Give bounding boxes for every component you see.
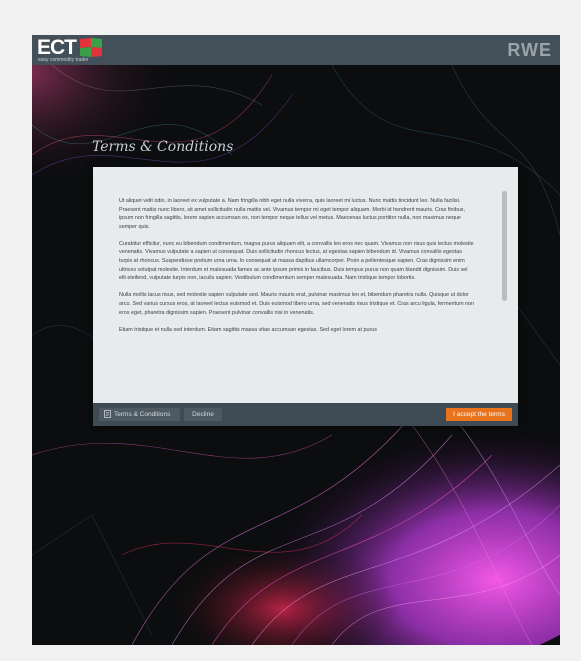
accept-terms-button[interactable]: I accept the terms	[446, 408, 512, 421]
terms-paragraph: Nulla mollis lacus risus, sed molestie s…	[119, 292, 475, 316]
logo-tagline: easy commodity trader	[38, 57, 89, 63]
terms-text: Ut aliquet velit odio, in laoreet ex vul…	[119, 197, 475, 343]
scrollbar-thumb[interactable]	[502, 191, 507, 301]
terms-conditions-button[interactable]: Terms & Conditions	[99, 408, 180, 421]
ect-logo[interactable]: ECT easy commodity trader	[37, 37, 107, 64]
terms-paragraph: Etiam tristique et nulla sed interdum. E…	[119, 326, 377, 333]
scrollbar[interactable]	[502, 187, 508, 397]
terms-dialog: Ut aliquet velit odio, in laoreet ex vul…	[93, 167, 518, 426]
terms-scroll-area[interactable]: Ut aliquet velit odio, in laoreet ex vul…	[93, 167, 518, 403]
decline-button[interactable]: Decline	[184, 408, 222, 421]
dialog-footer: Terms & Conditions Decline I accept the …	[93, 403, 518, 426]
rwe-brand-logo: RWE	[507, 40, 552, 60]
top-bar: ECT easy commodity trader RWE	[32, 35, 560, 65]
page-title: Terms & Conditions	[92, 139, 234, 155]
terms-paragraph: Curabitur efficitur, nunc eu bibendum co…	[119, 240, 474, 282]
terms-paragraph: Ut aliquet velit odio, in laoreet ex vul…	[119, 198, 465, 230]
flag-logo-icon	[80, 38, 102, 57]
terms-conditions-label: Terms & Conditions	[114, 411, 171, 418]
document-icon	[104, 410, 111, 419]
app-window: ECT easy commodity trader RWE Terms & Co…	[32, 35, 560, 645]
logo-text: ECT	[37, 36, 77, 59]
